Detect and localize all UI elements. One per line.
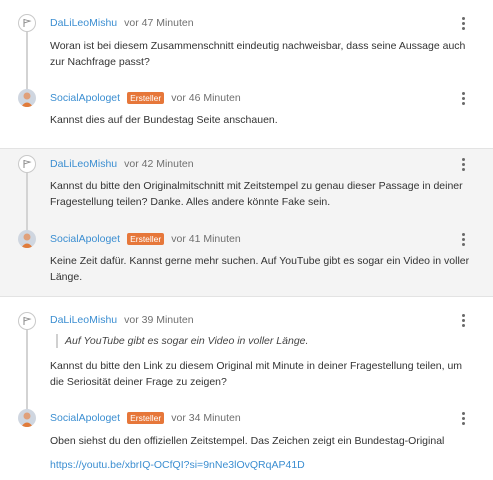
comment-time: vor 34 Minuten — [171, 412, 241, 424]
comment-menu-button[interactable] — [452, 153, 474, 175]
comment-meta: SocialApologet Ersteller vor 41 Minuten — [50, 232, 241, 246]
author-badge: Ersteller — [127, 233, 165, 245]
comment-meta: DaLiLeoMishu vor 42 Minuten — [50, 157, 194, 171]
username-link[interactable]: DaLiLeoMishu — [50, 314, 117, 326]
comment-meta: DaLiLeoMishu vor 39 Minuten — [50, 313, 194, 327]
user-avatar[interactable] — [18, 230, 36, 248]
flag-icon — [23, 159, 32, 168]
person-icon — [21, 412, 33, 427]
comment-text: Keine Zeit dafür. Kannst gerne mehr such… — [50, 255, 470, 283]
quoted-text: Auf YouTube gibt es sogar ein Video in v… — [56, 334, 456, 348]
comment-menu-button[interactable] — [452, 12, 474, 34]
thread-line — [26, 173, 28, 231]
user-avatar[interactable] — [18, 155, 36, 173]
username-link[interactable]: SocialApologet — [50, 233, 120, 245]
more-vertical-icon — [461, 313, 465, 317]
user-avatar[interactable] — [18, 409, 36, 427]
comment-text: Kannst du bitte den Originalmitschnitt m… — [50, 180, 463, 208]
username-link[interactable]: DaLiLeoMishu — [50, 158, 117, 170]
comment-menu-button[interactable] — [452, 87, 474, 109]
user-avatar[interactable] — [18, 89, 36, 107]
comment-thread: DaLiLeoMishu vor 47 Minuten Woran ist be… — [0, 0, 493, 480]
more-vertical-icon — [461, 157, 465, 161]
username-link[interactable]: SocialApologet — [50, 412, 120, 424]
comment-text: Kannst dies auf der Bundestag Seite ansc… — [50, 114, 278, 126]
author-badge: Ersteller — [127, 412, 165, 424]
comment-text: Kannst du bitte den Link zu diesem Origi… — [50, 360, 463, 388]
author-badge: Ersteller — [127, 92, 165, 104]
comment-meta: SocialApologet Ersteller vor 46 Minuten — [50, 91, 241, 105]
comment-time: vor 42 Minuten — [124, 158, 194, 170]
comment-text: Woran ist bei diesem Zusammenschnitt ein… — [50, 40, 466, 68]
video-link[interactable]: https://youtu.be/xbrIQ-OCfQI?si=9nNe3lOv… — [50, 459, 305, 471]
flag-icon — [23, 18, 32, 27]
user-avatar[interactable] — [18, 14, 36, 32]
flag-icon — [23, 316, 32, 325]
more-vertical-icon — [461, 16, 465, 20]
comment-meta: DaLiLeoMishu vor 47 Minuten — [50, 16, 194, 30]
more-vertical-icon — [461, 411, 465, 415]
more-vertical-icon — [461, 91, 465, 95]
person-icon — [21, 92, 33, 107]
comment-menu-button[interactable] — [452, 228, 474, 250]
user-avatar[interactable] — [18, 312, 36, 330]
comment-menu-button[interactable] — [452, 407, 474, 429]
comment-time: vor 46 Minuten — [171, 92, 241, 104]
comment-text: Oben siehst du den offiziellen Zeitstemp… — [50, 435, 445, 447]
comment-menu-button[interactable] — [452, 309, 474, 331]
comment-time: vor 39 Minuten — [124, 314, 194, 326]
thread-line — [26, 330, 28, 410]
username-link[interactable]: SocialApologet — [50, 92, 120, 104]
username-link[interactable]: DaLiLeoMishu — [50, 17, 117, 29]
more-vertical-icon — [461, 232, 465, 236]
comment-meta: SocialApologet Ersteller vor 34 Minuten — [50, 411, 241, 425]
comment-time: vor 41 Minuten — [171, 233, 241, 245]
person-icon — [21, 233, 33, 248]
comment-time: vor 47 Minuten — [124, 17, 194, 29]
thread-line — [26, 32, 28, 90]
